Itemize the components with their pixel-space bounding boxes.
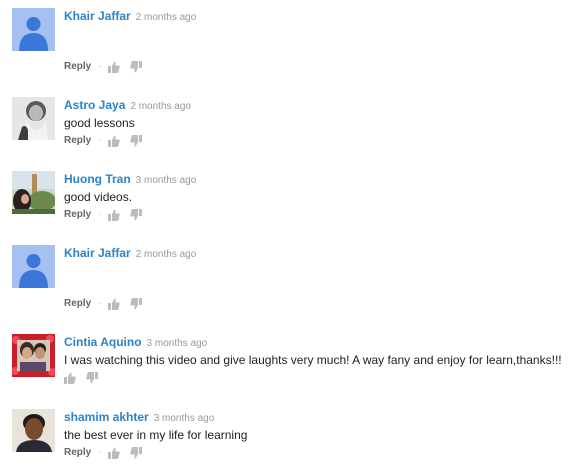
- comment-time[interactable]: 2 months ago: [136, 249, 197, 260]
- comment-text: good lessons: [64, 116, 135, 130]
- comment-author[interactable]: shamim akhter: [64, 410, 149, 424]
- thumbs-up-icon[interactable]: [107, 135, 120, 147]
- separator-dot: ·: [98, 61, 102, 72]
- reply-button[interactable]: Reply: [64, 60, 91, 74]
- separator-dot: ·: [98, 447, 102, 458]
- comment-author[interactable]: Khair Jaffar: [64, 9, 131, 23]
- comment-text: the best ever in my life for learning: [64, 428, 248, 442]
- avatar[interactable]: [12, 245, 55, 288]
- thumbs-up-icon[interactable]: [107, 61, 120, 73]
- default-user-avatar-icon: [19, 17, 48, 51]
- thumbs-down-icon[interactable]: [129, 61, 142, 73]
- separator-dot: ·: [98, 209, 102, 220]
- reply-button[interactable]: Reply: [64, 208, 91, 222]
- thumbs-up-icon[interactable]: [107, 209, 120, 221]
- avatar[interactable]: [12, 334, 55, 377]
- thumbs-down-icon[interactable]: [129, 447, 142, 459]
- comment-text: good videos.: [64, 190, 133, 204]
- comment-time[interactable]: 3 months ago: [147, 338, 208, 349]
- thumbs-down-icon[interactable]: [129, 209, 142, 221]
- thumbs-up-icon[interactable]: [107, 298, 120, 310]
- reply-button[interactable]: Reply: [64, 134, 91, 148]
- separator-dot: ·: [98, 298, 102, 309]
- thumbs-down-icon[interactable]: [86, 372, 98, 384]
- default-user-avatar-icon: [19, 254, 48, 288]
- comment-time[interactable]: 3 months ago: [154, 413, 215, 424]
- thumbs-down-icon[interactable]: [129, 298, 142, 310]
- reply-button[interactable]: Reply: [64, 297, 91, 311]
- comment-time[interactable]: 2 months ago: [136, 12, 197, 23]
- avatar[interactable]: [12, 97, 55, 140]
- comment-author[interactable]: Astro Jaya: [64, 98, 125, 112]
- separator-dot: ·: [98, 135, 102, 146]
- avatar[interactable]: [12, 409, 55, 452]
- outdoor-photo-icon: [12, 171, 55, 214]
- comment-time[interactable]: 3 months ago: [136, 175, 197, 186]
- comment-text: I was watching this video and give laugh…: [64, 353, 562, 367]
- comment-author[interactable]: Huong Tran: [64, 172, 131, 186]
- avatar[interactable]: [12, 8, 55, 51]
- avatar[interactable]: [12, 171, 55, 214]
- comment-author[interactable]: Cintia Aquino: [64, 335, 142, 349]
- thumbs-up-icon[interactable]: [107, 447, 120, 459]
- comment-time[interactable]: 2 months ago: [130, 101, 191, 112]
- bearded-man-photo-icon: [12, 97, 55, 140]
- thumbs-up-icon[interactable]: [64, 372, 76, 384]
- reply-button[interactable]: Reply: [64, 446, 91, 460]
- thumbs-down-icon[interactable]: [129, 135, 142, 147]
- couple-photo-icon: [12, 334, 55, 377]
- man-portrait-photo-icon: [12, 409, 55, 452]
- comment-author[interactable]: Khair Jaffar: [64, 246, 131, 260]
